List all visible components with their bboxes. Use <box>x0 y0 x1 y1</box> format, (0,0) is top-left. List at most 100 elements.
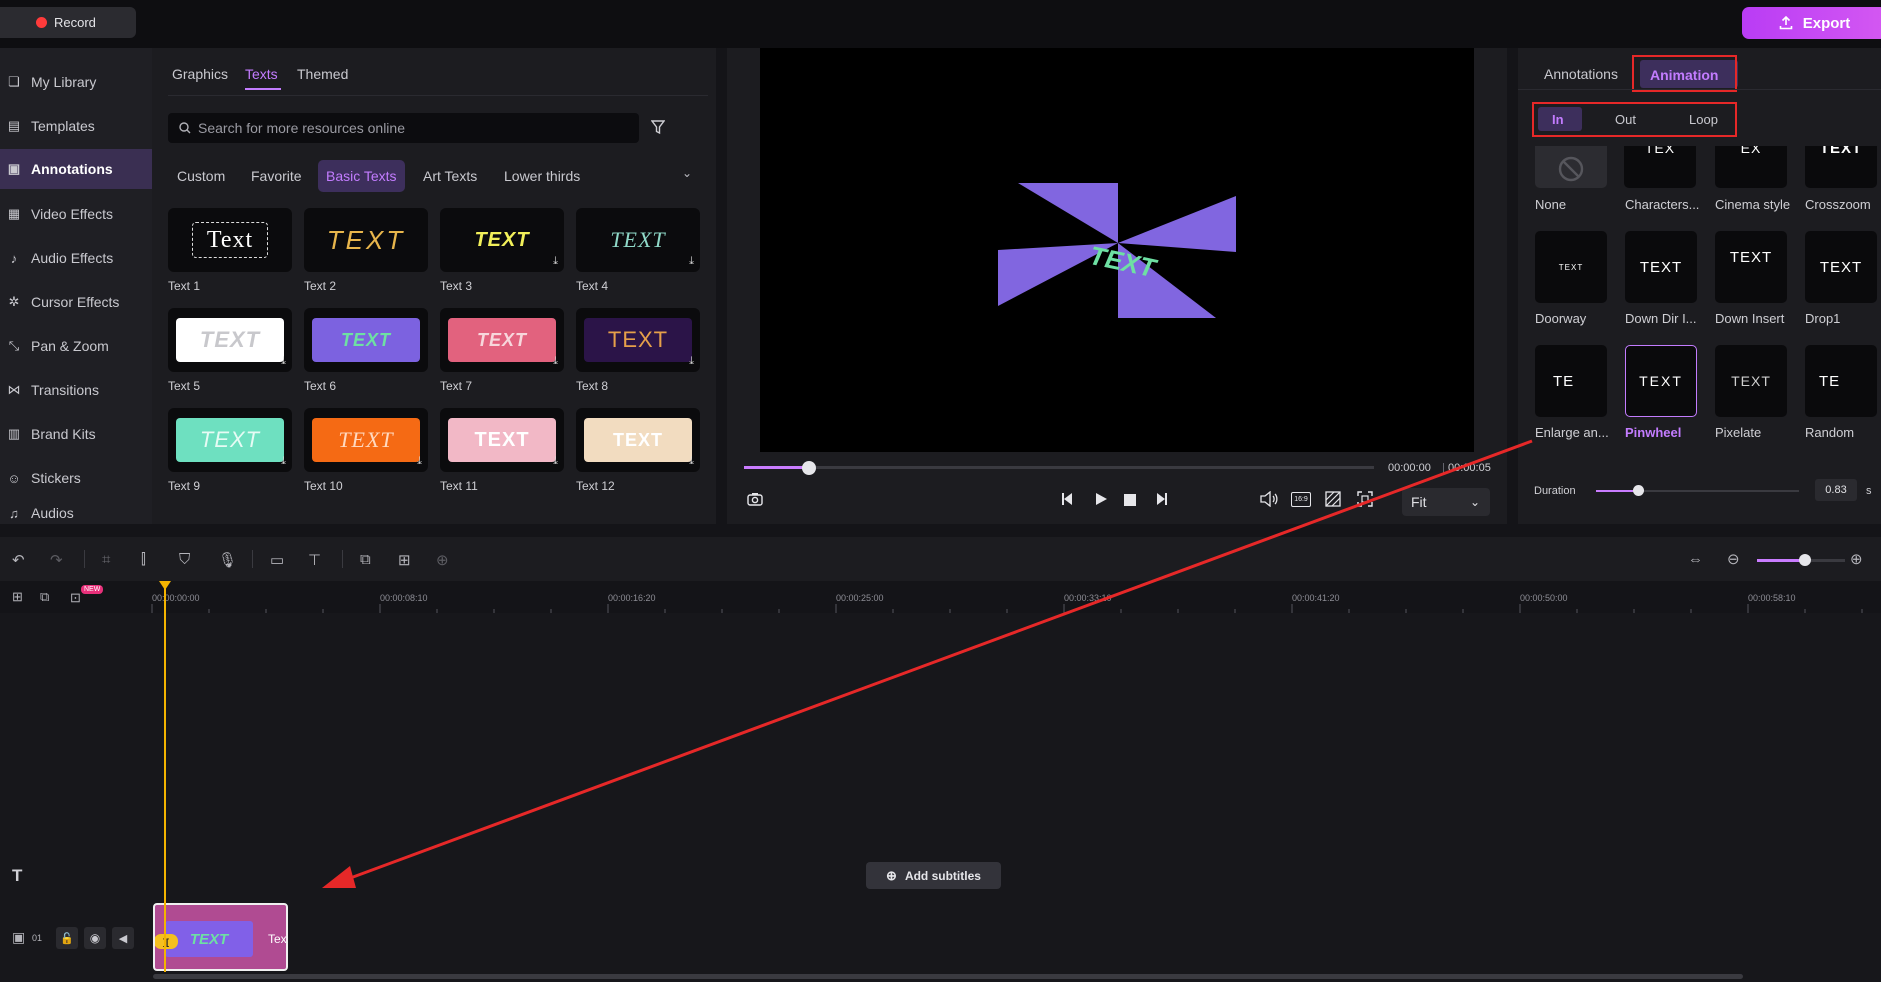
playhead-line[interactable] <box>164 586 166 972</box>
sidebar-item-audios[interactable]: ♫ Audios <box>0 502 152 524</box>
magnet-icon[interactable]: ⊡ <box>70 590 81 606</box>
effect-tile-pixelate[interactable]: TEXT <box>1715 345 1787 417</box>
volume-icon[interactable] <box>1260 490 1278 511</box>
effect-tile-down-insert[interactable]: TEXT <box>1715 231 1787 303</box>
preview-canvas[interactable]: TEXT <box>760 48 1474 452</box>
sidebar-item-video-effects[interactable]: ▦ Video Effects <box>0 194 152 234</box>
tab-graphics[interactable]: Graphics <box>172 66 228 82</box>
duration-slider-handle[interactable] <box>1633 485 1644 496</box>
effect-tile-pinwheel[interactable]: TEXT <box>1625 345 1697 417</box>
aspect-ratio-icon[interactable]: 16:9 <box>1291 492 1311 507</box>
add-subtitles-button[interactable]: ⊕ Add subtitles <box>866 862 1001 889</box>
zoom-fit-select[interactable]: Fit ⌄ <box>1402 488 1490 516</box>
timeline-zoom-handle[interactable] <box>1799 554 1811 566</box>
download-icon[interactable]: ⤓ <box>689 255 694 268</box>
seek-bar-handle[interactable] <box>802 461 816 475</box>
download-icon[interactable]: ⤓ <box>689 455 694 468</box>
sidebar-item-stickers[interactable]: ☺ Stickers <box>0 458 152 498</box>
effect-tile-none[interactable] <box>1535 146 1607 188</box>
group-icon[interactable]: ⧉ <box>360 551 371 568</box>
text-tile-12[interactable]: TEXT ⤓ <box>576 408 700 472</box>
subtab-favorite[interactable]: Favorite <box>243 160 310 192</box>
download-icon[interactable]: ⤓ <box>553 355 558 368</box>
text-tile-1[interactable]: Text <box>168 208 292 272</box>
seek-bar-track[interactable] <box>744 466 1374 469</box>
fit-timeline-icon[interactable]: ⇔ <box>1688 551 1703 568</box>
effect-tile-characters[interactable]: TEX <box>1624 146 1696 188</box>
effect-tile-crosszoom[interactable]: TEXT <box>1805 146 1877 188</box>
quality-icon[interactable] <box>1325 491 1341 511</box>
layout-icon[interactable]: ⊞ <box>398 551 411 569</box>
zoom-search-icon[interactable]: ⊕ <box>436 551 449 569</box>
text-box-icon[interactable]: ⊤ <box>308 551 321 569</box>
filter-icon[interactable] <box>651 120 665 135</box>
sidebar-item-templates[interactable]: ▤ Templates <box>0 106 152 146</box>
current-time: 00:00:00 <box>1388 462 1431 474</box>
download-icon[interactable]: ⤓ <box>553 255 558 268</box>
timeline-horizontal-scrollbar[interactable] <box>153 974 1743 979</box>
tab-themed[interactable]: Themed <box>297 66 348 82</box>
text-tile-5[interactable]: TEXT ⤓ <box>168 308 292 372</box>
download-icon[interactable]: ⤓ <box>281 455 286 468</box>
download-icon[interactable]: ⤓ <box>281 355 286 368</box>
effect-tile-drop1[interactable]: TEXT <box>1805 231 1877 303</box>
timeline-text-clip[interactable]: TEXT Tex ][ <box>153 903 288 971</box>
crop-icon[interactable]: ⌗ <box>102 551 110 568</box>
eye-icon[interactable]: ◉ <box>84 927 106 949</box>
download-icon[interactable]: ⤓ <box>553 455 558 468</box>
download-icon[interactable]: ⤓ <box>689 355 694 368</box>
effect-tile-random[interactable]: TE <box>1805 345 1877 417</box>
next-frame-icon[interactable] <box>1154 492 1168 510</box>
text-tile-4[interactable]: TEXT ⤓ <box>576 208 700 272</box>
previous-frame-icon[interactable] <box>1061 492 1075 510</box>
sidebar-item-pan-zoom[interactable]: ⤡ Pan & Zoom <box>0 326 152 366</box>
copy-track-icon[interactable]: ⧉ <box>40 589 49 605</box>
chevron-down-icon[interactable]: ⌄ <box>682 166 692 180</box>
effect-tile-enlarge[interactable]: TE <box>1535 345 1607 417</box>
camera-icon[interactable] <box>747 492 763 510</box>
comment-icon[interactable]: ▭ <box>270 551 284 569</box>
sidebar-item-audio-effects[interactable]: ♪ Audio Effects <box>0 238 152 278</box>
duration-input[interactable]: 0.83 <box>1815 479 1857 501</box>
sidebar-item-annotations[interactable]: ▣ Annotations <box>0 149 152 189</box>
sidebar-item-my-library[interactable]: ❏ My Library <box>0 62 152 102</box>
tab-texts[interactable]: Texts <box>245 66 278 82</box>
redo-icon[interactable]: ↷ <box>50 551 63 569</box>
sidebar-item-brand-kits[interactable]: ▥ Brand Kits <box>0 414 152 454</box>
effect-tile-cinema-style[interactable]: EX <box>1715 146 1787 188</box>
effect-tile-doorway[interactable]: TEXT <box>1535 231 1607 303</box>
text-tile-6[interactable]: TEXT <box>304 308 428 372</box>
search-input[interactable]: Search for more resources online <box>168 113 639 143</box>
split-icon[interactable]: ⫿ <box>141 551 146 568</box>
zoom-in-icon[interactable]: ⊕ <box>1850 550 1863 568</box>
subtab-custom[interactable]: Custom <box>169 160 233 192</box>
fullscreen-icon[interactable] <box>1357 491 1373 511</box>
text-tile-3[interactable]: TEXT ⤓ <box>440 208 564 272</box>
lock-icon[interactable]: 🔓 <box>56 927 78 949</box>
text-tile-7[interactable]: TEXT ⤓ <box>440 308 564 372</box>
microphone-icon[interactable]: 🎙 <box>218 551 237 569</box>
subtab-art-texts[interactable]: Art Texts <box>415 160 485 192</box>
subtab-lower-thirds[interactable]: Lower thirds <box>496 160 588 192</box>
download-icon[interactable]: ⤓ <box>417 455 422 468</box>
effect-tile-down-dir[interactable]: TEXT <box>1625 231 1697 303</box>
text-tile-9[interactable]: TEXT ⤓ <box>168 408 292 472</box>
mute-icon[interactable]: ◀ <box>112 927 134 949</box>
record-button[interactable]: Record <box>0 7 136 38</box>
text-tile-2[interactable]: TEXT <box>304 208 428 272</box>
zoom-out-icon[interactable]: ⊖ <box>1727 550 1740 568</box>
clip-trim-badge[interactable]: ][ <box>155 934 178 949</box>
export-button[interactable]: Export <box>1742 7 1881 39</box>
sidebar-item-transitions[interactable]: ⋈ Transitions <box>0 370 152 410</box>
sidebar-item-cursor-effects[interactable]: ✲ Cursor Effects <box>0 282 152 322</box>
marker-icon[interactable]: ⛉ <box>179 551 190 568</box>
text-tile-8[interactable]: TEXT ⤓ <box>576 308 700 372</box>
stop-icon[interactable] <box>1124 493 1136 510</box>
play-icon[interactable] <box>1094 492 1108 510</box>
tab-annotations[interactable]: Annotations <box>1544 66 1618 82</box>
text-tile-10[interactable]: TEXT ⤓ <box>304 408 428 472</box>
text-tile-11[interactable]: TEXT ⤓ <box>440 408 564 472</box>
subtab-basic-texts[interactable]: Basic Texts <box>318 160 405 192</box>
undo-icon[interactable]: ↶ <box>12 551 25 569</box>
add-track-icon[interactable]: ⊞ <box>12 589 23 605</box>
